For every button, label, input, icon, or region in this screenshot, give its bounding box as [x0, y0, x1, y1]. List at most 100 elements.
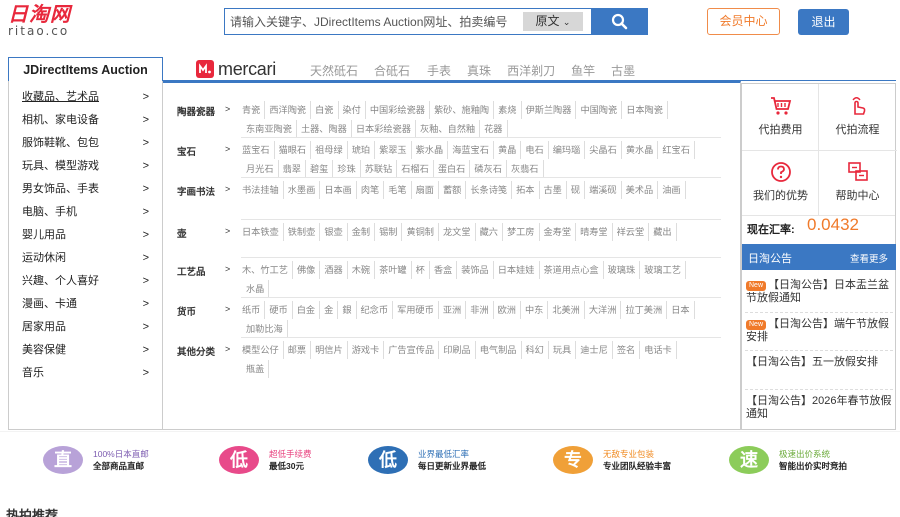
subcategory-link[interactable]: 苏联钻	[361, 160, 398, 178]
subcategory-link[interactable]: 木、竹工艺	[242, 261, 293, 279]
subcategory-link[interactable]: 石榴石	[397, 160, 434, 178]
subcategory-link[interactable]: 红宝石	[658, 141, 695, 159]
subcategory-link[interactable]: 晴寿堂	[576, 223, 613, 241]
quick-tab[interactable]: 手表	[427, 62, 451, 79]
subcategory-link[interactable]: 游戏卡	[348, 341, 385, 359]
subcategory-link[interactable]: 水墨画	[284, 181, 321, 199]
subcategory-link[interactable]: 铁制壶	[284, 223, 321, 241]
subcategory-link[interactable]: 祥云堂	[613, 223, 650, 241]
search-input[interactable]	[225, 9, 521, 34]
subcategory-link[interactable]: 金寿堂	[540, 223, 577, 241]
sidebar-item[interactable]: 婴儿用品 >	[9, 224, 162, 247]
quick-tab[interactable]: 古墨	[611, 62, 635, 79]
sidebar-item[interactable]: 玩具、模型游戏 >	[9, 155, 162, 178]
subcategory-link[interactable]: 签名	[613, 341, 641, 359]
sidebar-item[interactable]: 服饰鞋靴、包包 >	[9, 132, 162, 155]
subcategory-link[interactable]: 銀	[338, 301, 357, 319]
fee-link[interactable]: 代拍费用	[742, 84, 819, 150]
subcategory-link[interactable]: 日本铁壶	[242, 223, 284, 241]
subcategory-link[interactable]: 纸币	[242, 301, 266, 319]
sidebar-item[interactable]: 男女饰品、手表 >	[9, 178, 162, 201]
subcategory-link[interactable]: 珍珠	[333, 160, 361, 178]
subcategory-link[interactable]: 非洲	[466, 301, 494, 319]
subcategory-link[interactable]: 紫砂、施釉陶	[430, 101, 495, 119]
process-link[interactable]: 代拍流程	[819, 84, 896, 150]
subcategory-link[interactable]: 拓本	[512, 181, 540, 199]
tab-mercari[interactable]: mercari	[196, 59, 276, 79]
subcategory-link[interactable]: 装饰品	[457, 261, 494, 279]
sidebar-item[interactable]: 运动休闲 >	[9, 247, 162, 270]
subcategory-link[interactable]: 玻璃珠	[604, 261, 641, 279]
subcategory-link[interactable]: 琥珀	[348, 141, 376, 159]
subcategory-link[interactable]: 日本娃娃	[494, 261, 540, 279]
subcategory-link[interactable]: 素烧	[494, 101, 522, 119]
quick-tab[interactable]: 天然砥石	[310, 62, 358, 79]
subcategory-link[interactable]: 花器	[480, 120, 508, 138]
subcategory-link[interactable]: 水晶	[242, 280, 270, 298]
subcategory-link[interactable]: 香盒	[430, 261, 458, 279]
subcategory-link[interactable]: 梦工房	[503, 223, 540, 241]
subcategory-link[interactable]: 茶道用点心盒	[540, 261, 604, 279]
subcategory-link[interactable]: 电石	[521, 141, 549, 159]
subcategory-link[interactable]: 瓶盖	[242, 360, 270, 378]
subcategory-link[interactable]: 扇面	[412, 181, 439, 199]
subcategory-link[interactable]: 白金	[293, 301, 321, 319]
subcategory-link[interactable]: 玩具	[549, 341, 577, 359]
subcategory-link[interactable]: 黄晶	[494, 141, 522, 159]
subcategory-link[interactable]: 电话卡	[640, 341, 677, 359]
sidebar-item[interactable]: 兴趣、个人喜好 >	[9, 270, 162, 293]
subcategory-link[interactable]: 玻璃工艺	[640, 261, 686, 279]
quick-tab[interactable]: 西洋剃刀	[507, 62, 555, 79]
subcategory-link[interactable]: 金	[320, 301, 339, 319]
subcategory-link[interactable]: 月光石	[242, 160, 279, 178]
announcement-item[interactable]: New 【日淘公告】端午节放假安排	[746, 318, 892, 344]
subcategory-link[interactable]: 硬币	[265, 301, 293, 319]
subcategory-link[interactable]: 端溪砚	[585, 181, 622, 199]
sidebar-item[interactable]: 收藏品、艺术品 >	[9, 86, 162, 109]
subcategory-link[interactable]: 西洋陶瓷	[265, 101, 312, 119]
subcategory-link[interactable]: 佛像	[293, 261, 321, 279]
announcement-item[interactable]: 【日淘公告】五一放假安排	[746, 356, 892, 369]
help-link[interactable]: 帮助中心	[819, 150, 896, 216]
subcategory-link[interactable]: 灰釉、自然釉	[416, 120, 481, 138]
subcategory-link[interactable]: 大洋洲	[585, 301, 622, 319]
subcategory-link[interactable]: 邮票	[284, 341, 312, 359]
category-heading[interactable]: 宝石	[177, 144, 196, 158]
search-language-select[interactable]: 原文 ⌄	[523, 12, 583, 31]
subcategory-link[interactable]: 翡翠	[279, 160, 306, 178]
subcategory-link[interactable]: 电气制品	[476, 341, 522, 359]
subcategory-link[interactable]: 青瓷	[242, 101, 266, 119]
subcategory-link[interactable]: 银壶	[320, 223, 348, 241]
sidebar-item[interactable]: 音乐 >	[9, 362, 162, 385]
subcategory-link[interactable]: 锡制	[375, 223, 403, 241]
announcement-item[interactable]: 【日淘公告】2026年春节放假通知	[746, 395, 892, 421]
subcategory-link[interactable]: 土器、陶器	[297, 120, 352, 138]
subcategory-link[interactable]: 编玛瑙	[549, 141, 586, 159]
subcategory-link[interactable]: 油画	[658, 181, 686, 199]
quick-tab[interactable]: 合砥石	[374, 62, 410, 79]
sidebar-item[interactable]: 电脑、手机 >	[9, 201, 162, 224]
subcategory-link[interactable]: 海蓝宝石	[448, 141, 494, 159]
subcategory-link[interactable]: 藏六	[476, 223, 503, 241]
subcategory-link[interactable]: 藏出	[649, 223, 677, 241]
subcategory-link[interactable]: 中国彩绘瓷器	[366, 101, 430, 119]
category-heading[interactable]: 货币	[177, 304, 196, 318]
category-heading[interactable]: 工艺品	[177, 264, 206, 278]
subcategory-link[interactable]: 黄铜制	[402, 223, 439, 241]
site-logo[interactable]: 日淘网 ritao.co	[8, 4, 118, 37]
subcategory-link[interactable]: 砚	[567, 181, 586, 199]
tab-jdirectitems-auction[interactable]: JDirectItems Auction	[8, 57, 163, 81]
subcategory-link[interactable]: 白瓷	[311, 101, 339, 119]
subcategory-link[interactable]: 磷灰石	[470, 160, 507, 178]
sidebar-item[interactable]: 漫画、卡通 >	[9, 293, 162, 316]
category-heading[interactable]: 字画书法	[177, 184, 215, 198]
sidebar-item[interactable]: 相机、家电设备 >	[9, 109, 162, 132]
advantage-link[interactable]: 我们的优势	[742, 150, 819, 216]
subcategory-link[interactable]: 龙文堂	[439, 223, 476, 241]
subcategory-link[interactable]: 肉笔	[357, 181, 385, 199]
category-heading[interactable]: 陶器瓷器	[177, 104, 215, 118]
subcategory-link[interactable]: 欧洲	[494, 301, 521, 319]
subcategory-link[interactable]: 尖晶石	[585, 141, 622, 159]
subcategory-link[interactable]: 印刷品	[439, 341, 476, 359]
member-center-button[interactable]: 会员中心	[707, 8, 780, 35]
